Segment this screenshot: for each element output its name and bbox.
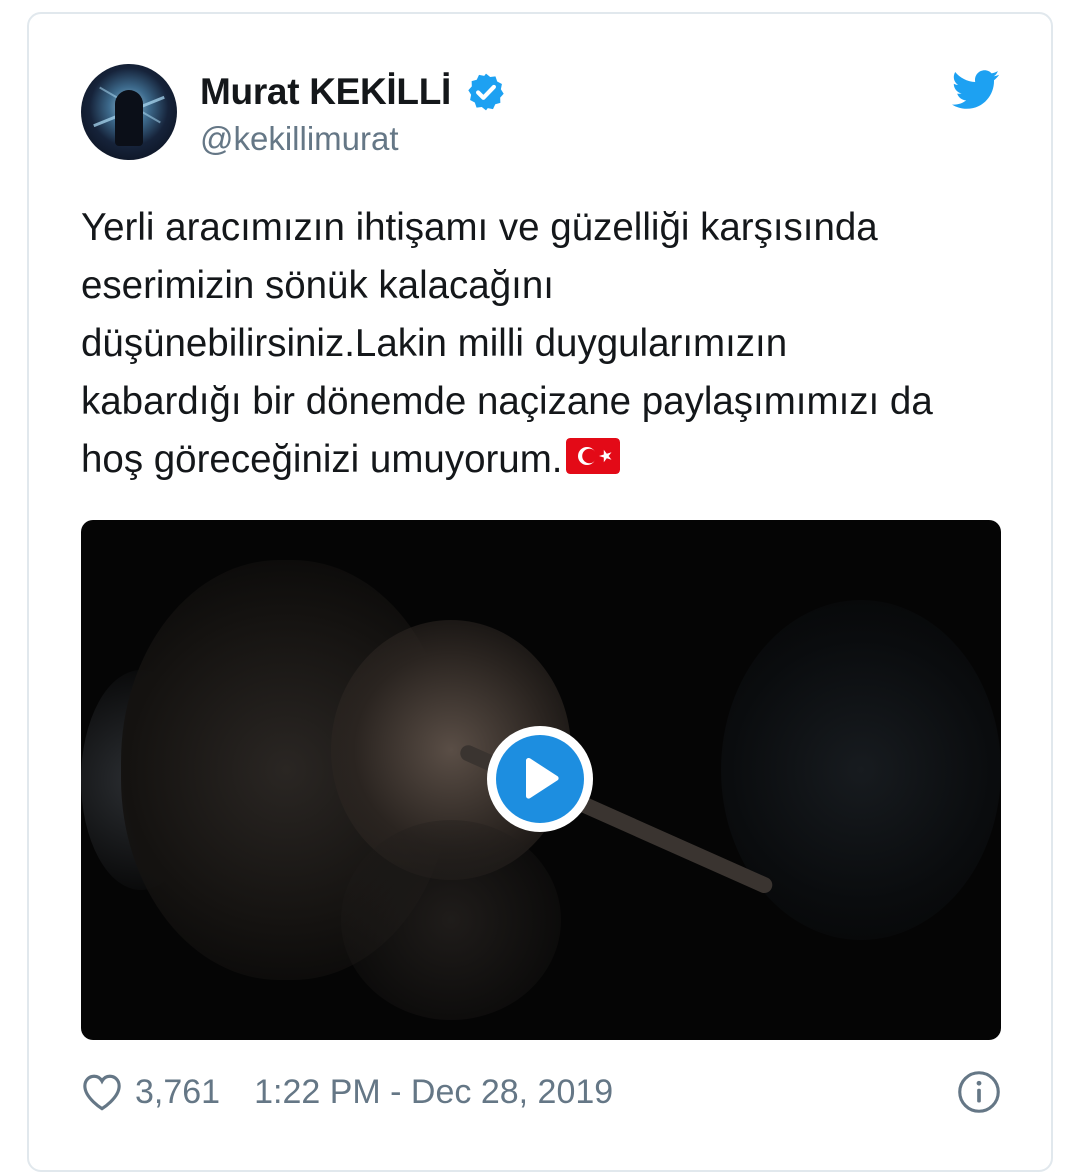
user-handle[interactable]: @kekillimurat: [200, 120, 399, 158]
verified-badge-icon: [468, 73, 504, 111]
heart-icon[interactable]: [81, 1072, 123, 1112]
info-icon[interactable]: [957, 1070, 1001, 1114]
turkish-flag-icon: [566, 438, 621, 474]
tweet-timestamp[interactable]: 1:22 PM - Dec 28, 2019: [254, 1073, 613, 1112]
tweet-footer: 3,761 1:22 PM - Dec 28, 2019: [81, 1066, 1001, 1118]
twitter-bird-icon[interactable]: [952, 70, 1000, 110]
avatar[interactable]: [81, 64, 177, 160]
tweet-body: Yerli aracımızın ihtişamı ve güzelliği k…: [81, 206, 933, 481]
like-count: 3,761: [135, 1072, 221, 1111]
author-name-row: Murat KEKİLLİ: [200, 68, 507, 116]
display-name[interactable]: Murat KEKİLLİ: [200, 71, 451, 113]
play-icon: [526, 757, 559, 799]
play-button[interactable]: [487, 726, 593, 832]
tweet-text: Yerli aracımızın ihtişamı ve güzelliği k…: [81, 199, 1021, 489]
